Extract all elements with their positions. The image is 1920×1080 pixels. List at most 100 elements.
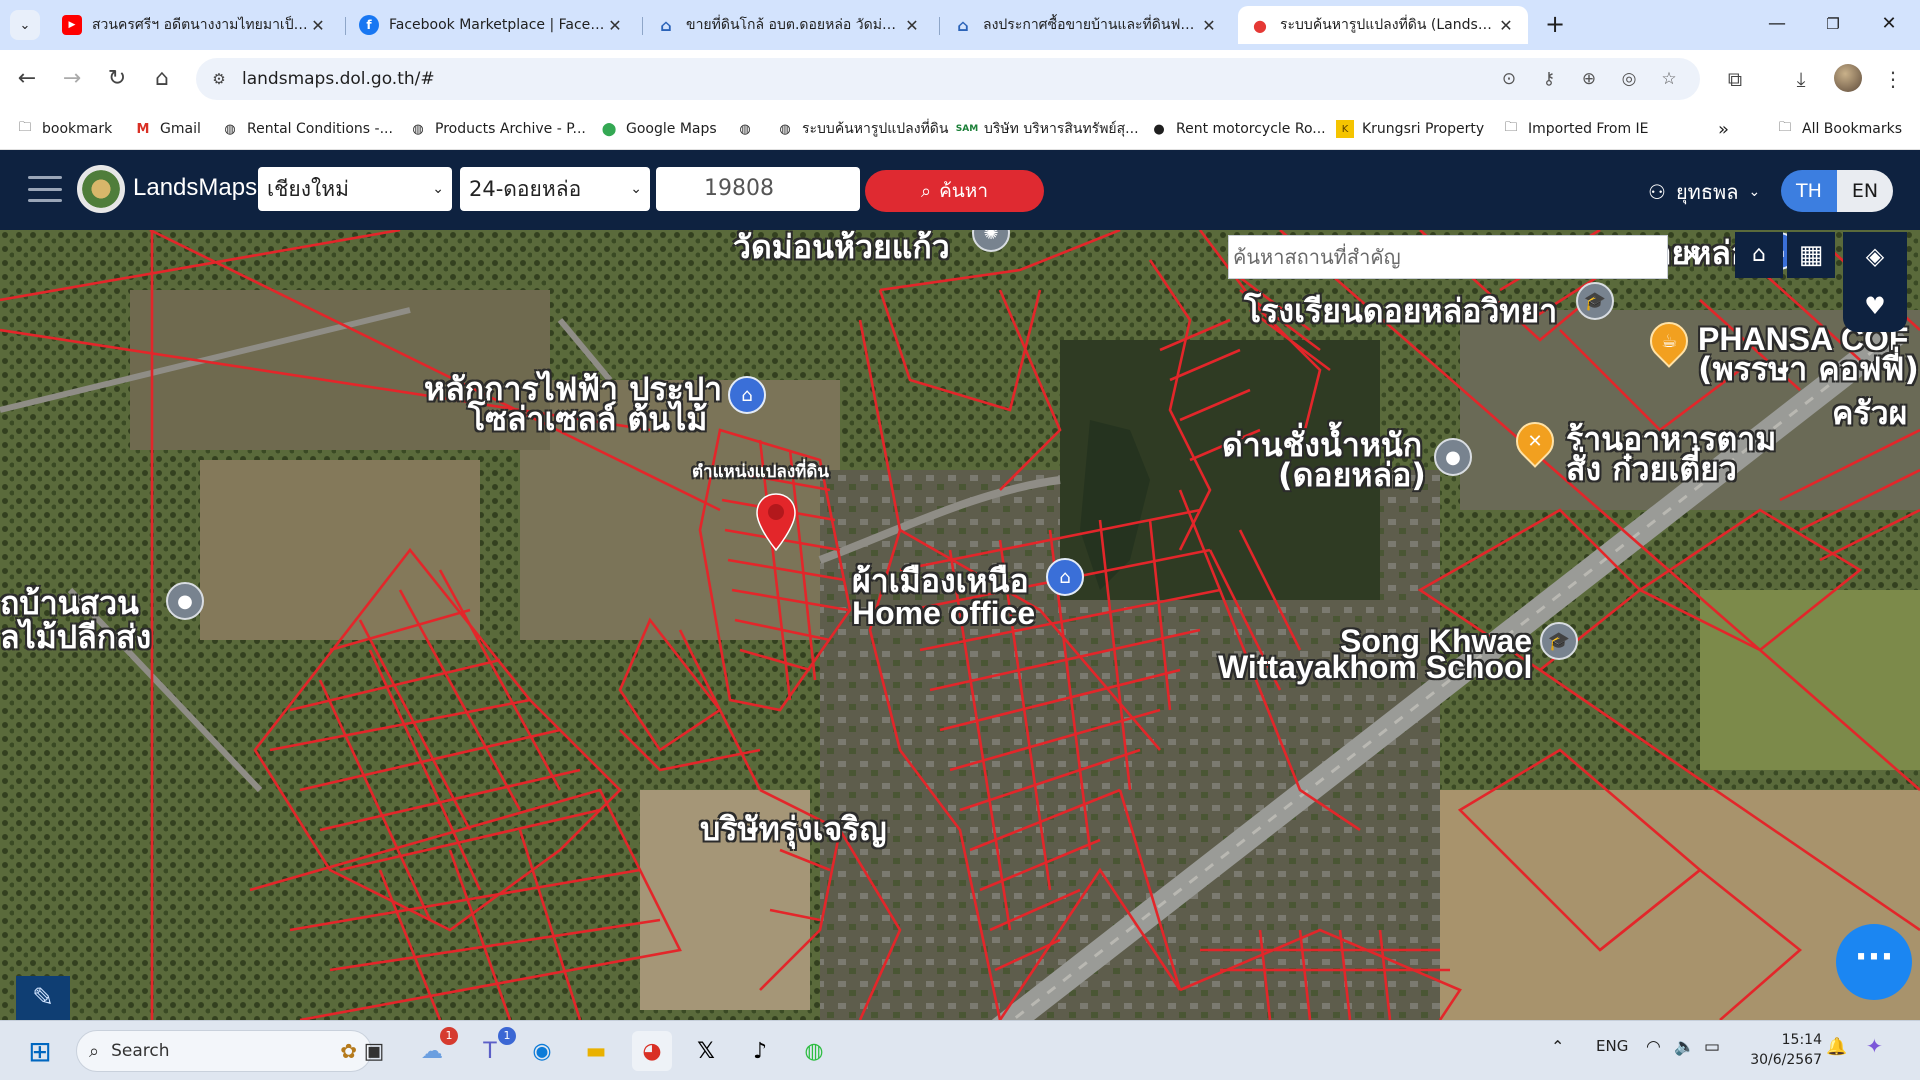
home-button[interactable]: ⌂ — [145, 62, 179, 96]
home-map-icon[interactable]: ⌂ — [1735, 232, 1783, 278]
close-tab-icon[interactable]: ✕ — [308, 16, 328, 35]
close-tab-icon[interactable]: ✕ — [605, 16, 625, 35]
user-icon: ⚇ — [1648, 180, 1666, 204]
tab-youtube[interactable]: ▶ สวนครศรีฯ อดีตนางงามไทยมาเป็นแ ✕ — [50, 6, 340, 44]
globe-icon: ◍ — [412, 121, 424, 137]
system-clock[interactable]: 15:14 30/6/2567 — [1736, 1030, 1822, 1070]
hamburger-menu-icon[interactable] — [28, 176, 62, 202]
bookmark-item[interactable]: 🗀 bookmark — [16, 117, 112, 141]
tab-listing[interactable]: ⌂ ลงประกาศซื้อขายบ้านและที่ดินฟรี! | ส ✕ — [941, 6, 1231, 44]
zoom-icon[interactable]: ⊕ — [1576, 66, 1602, 92]
new-tab-button[interactable]: + — [1540, 10, 1570, 40]
chevron-up-icon[interactable]: ⌃ — [1551, 1037, 1564, 1056]
layers-icon[interactable]: ◈ — [1855, 236, 1895, 276]
volume-icon[interactable]: 🔈 — [1674, 1037, 1695, 1057]
user-name: ยุทธพล — [1675, 180, 1739, 204]
windows-start-icon[interactable]: ⊞ — [20, 1031, 60, 1071]
location-icon[interactable]: ⊙ — [1496, 66, 1522, 92]
measure-tool-icon[interactable]: ✎ — [16, 976, 70, 1020]
bookmark-item[interactable]: ⬤ Google Maps — [600, 117, 717, 141]
krungsri-icon: K — [1336, 120, 1354, 138]
map-label: ลไม้ปลีกส่ง — [0, 618, 152, 656]
teams-icon[interactable]: T1 — [470, 1027, 516, 1071]
parcel-number-input[interactable]: 19808 — [656, 167, 860, 211]
province-select[interactable]: เชียงใหม่ ⌄ — [258, 167, 452, 211]
close-icon[interactable]: ✕ — [1672, 236, 1712, 276]
forward-button[interactable]: → — [55, 62, 89, 96]
back-button[interactable]: ← — [10, 62, 44, 96]
google-maps-icon: ⬤ — [601, 121, 617, 137]
bookmark-item[interactable]: SAM บริษัท บริหารสินทรัพย์สุ... — [956, 117, 1139, 141]
bookmark-item[interactable]: ● Rent motorcycle Ro... — [1150, 117, 1325, 141]
close-tab-icon[interactable]: ✕ — [1199, 16, 1219, 35]
place-search-input[interactable]: ค้นหาสถานที่สำคัญ — [1228, 235, 1668, 279]
wechat-icon[interactable]: ◍ — [794, 1031, 834, 1071]
bookmark-item[interactable]: ◍ Products Archive - P... — [409, 117, 586, 141]
folder-icon: 🗀 — [1504, 120, 1518, 135]
bookmark-item[interactable]: ◍ Rental Conditions -... — [221, 117, 393, 141]
tab-facebook[interactable]: f Facebook Marketplace | Facebo ✕ — [347, 6, 637, 44]
tab-landsmaps[interactable]: ● ระบบค้นหารูปแปลงที่ดิน (LandsMap ✕ — [1238, 6, 1528, 44]
menu-kebab-icon[interactable]: ⋮ — [1876, 62, 1910, 96]
shop-poi-icon[interactable]: ⌂ — [728, 376, 766, 414]
bookmark-item[interactable]: 🗀 Imported From IE — [1502, 117, 1648, 141]
close-tab-icon[interactable]: ✕ — [1496, 16, 1516, 35]
address-bar[interactable]: ⚙ landsmaps.dol.go.th/# ⊙ ⚷ ⊕ ◎ ☆ — [196, 58, 1700, 100]
school-poi-icon[interactable]: 🎓 — [1540, 622, 1578, 660]
place-poi-icon[interactable]: ● — [1434, 438, 1472, 476]
notification-bell-icon[interactable]: 🔔 — [1826, 1037, 1847, 1057]
all-bookmarks-button[interactable]: 🗀 All Bookmarks — [1776, 117, 1902, 141]
bookmark-item[interactable]: ◍ — [736, 117, 762, 141]
bookmark-star-icon[interactable]: ☆ — [1656, 66, 1682, 92]
school-poi-icon[interactable]: 🎓 — [1576, 282, 1614, 320]
wifi-icon[interactable]: ◠ — [1646, 1037, 1661, 1057]
search-icon: ⌕ — [89, 1040, 100, 1062]
province-value: เชียงใหม่ — [267, 177, 349, 201]
bookmark-item[interactable]: M Gmail — [134, 117, 201, 141]
input-language[interactable]: ENG — [1596, 1037, 1628, 1055]
map-label: Wittayakhom School — [1218, 649, 1533, 685]
x-icon[interactable]: 𝕏 — [686, 1031, 726, 1071]
extensions-icon[interactable]: ⧉ — [1718, 62, 1752, 96]
copilot-icon[interactable]: ✦ — [1866, 1034, 1883, 1058]
restore-button[interactable]: ❐ — [1808, 8, 1858, 40]
battery-icon[interactable]: ▭ — [1704, 1037, 1720, 1057]
tiktok-icon[interactable]: ♪ — [740, 1031, 780, 1071]
district-select[interactable]: 24-ดอยหล่อ ⌄ — [460, 167, 650, 211]
folder-icon[interactable]: ▬ — [576, 1031, 616, 1071]
shop-poi-icon[interactable]: ⌂ — [1046, 558, 1084, 596]
chrome-icon[interactable]: ◕ — [632, 1031, 672, 1071]
lang-en-button[interactable]: EN — [1837, 170, 1893, 212]
weather-icon[interactable]: ☁ 1 — [412, 1027, 458, 1071]
tab-search-button[interactable]: ⌄ — [10, 10, 40, 40]
close-window-button[interactable]: ✕ — [1864, 8, 1914, 40]
site-info-icon[interactable]: ⚙ — [208, 68, 230, 90]
satellite-map[interactable]: วัดม่อนห้วยแก้ว ตลาดสดดอยหล่อ โรงเรียนดอ… — [0, 230, 1920, 1020]
place-poi-icon[interactable]: ● — [166, 582, 204, 620]
download-icon[interactable]: ⤓ — [1784, 62, 1818, 96]
lang-th-button[interactable]: TH — [1781, 170, 1837, 212]
heart-icon[interactable]: ♥ — [1855, 286, 1895, 326]
reload-button[interactable]: ↻ — [100, 62, 134, 96]
bookmarks-bar: 🗀 bookmark M Gmail ◍ Rental Conditions -...… — [0, 108, 1920, 150]
chevron-down-icon: ⌄ — [432, 181, 444, 197]
grid-icon[interactable]: ▦ — [1787, 232, 1835, 278]
tab-title: Facebook Marketplace | Facebo — [389, 17, 605, 33]
chat-button[interactable]: ··· — [1836, 924, 1912, 1000]
tab-land-sale[interactable]: ⌂ ขายที่ดินโกล้ อบต.ดอยหล่อ วัดม่อนห้ ✕ — [644, 6, 934, 44]
bookmarks-overflow-button[interactable]: » — [1718, 117, 1729, 141]
edge-icon[interactable]: ◉ — [522, 1031, 562, 1071]
minimize-button[interactable]: — — [1752, 8, 1802, 40]
eye-off-icon[interactable]: ◎ — [1616, 66, 1642, 92]
bookmark-item[interactable]: K Krungsri Property — [1336, 117, 1484, 141]
folder-icon: 🗀 — [1778, 120, 1792, 135]
task-view-icon[interactable]: ▣ — [354, 1031, 394, 1071]
password-key-icon[interactable]: ⚷ — [1536, 66, 1562, 92]
parcel-location-pin-icon[interactable] — [754, 492, 798, 552]
profile-avatar[interactable] — [1834, 64, 1862, 92]
search-button[interactable]: ⌕ ค้นหา — [865, 170, 1044, 212]
bookmark-item[interactable]: ◍ ระบบค้นหารูปแปลงที่ดิน — [776, 117, 948, 141]
taskbar-search[interactable]: ⌕ Search ✿ — [76, 1030, 372, 1072]
user-menu[interactable]: ⚇ ยุทธพล ⌄ — [1648, 176, 1760, 208]
close-tab-icon[interactable]: ✕ — [902, 16, 922, 35]
